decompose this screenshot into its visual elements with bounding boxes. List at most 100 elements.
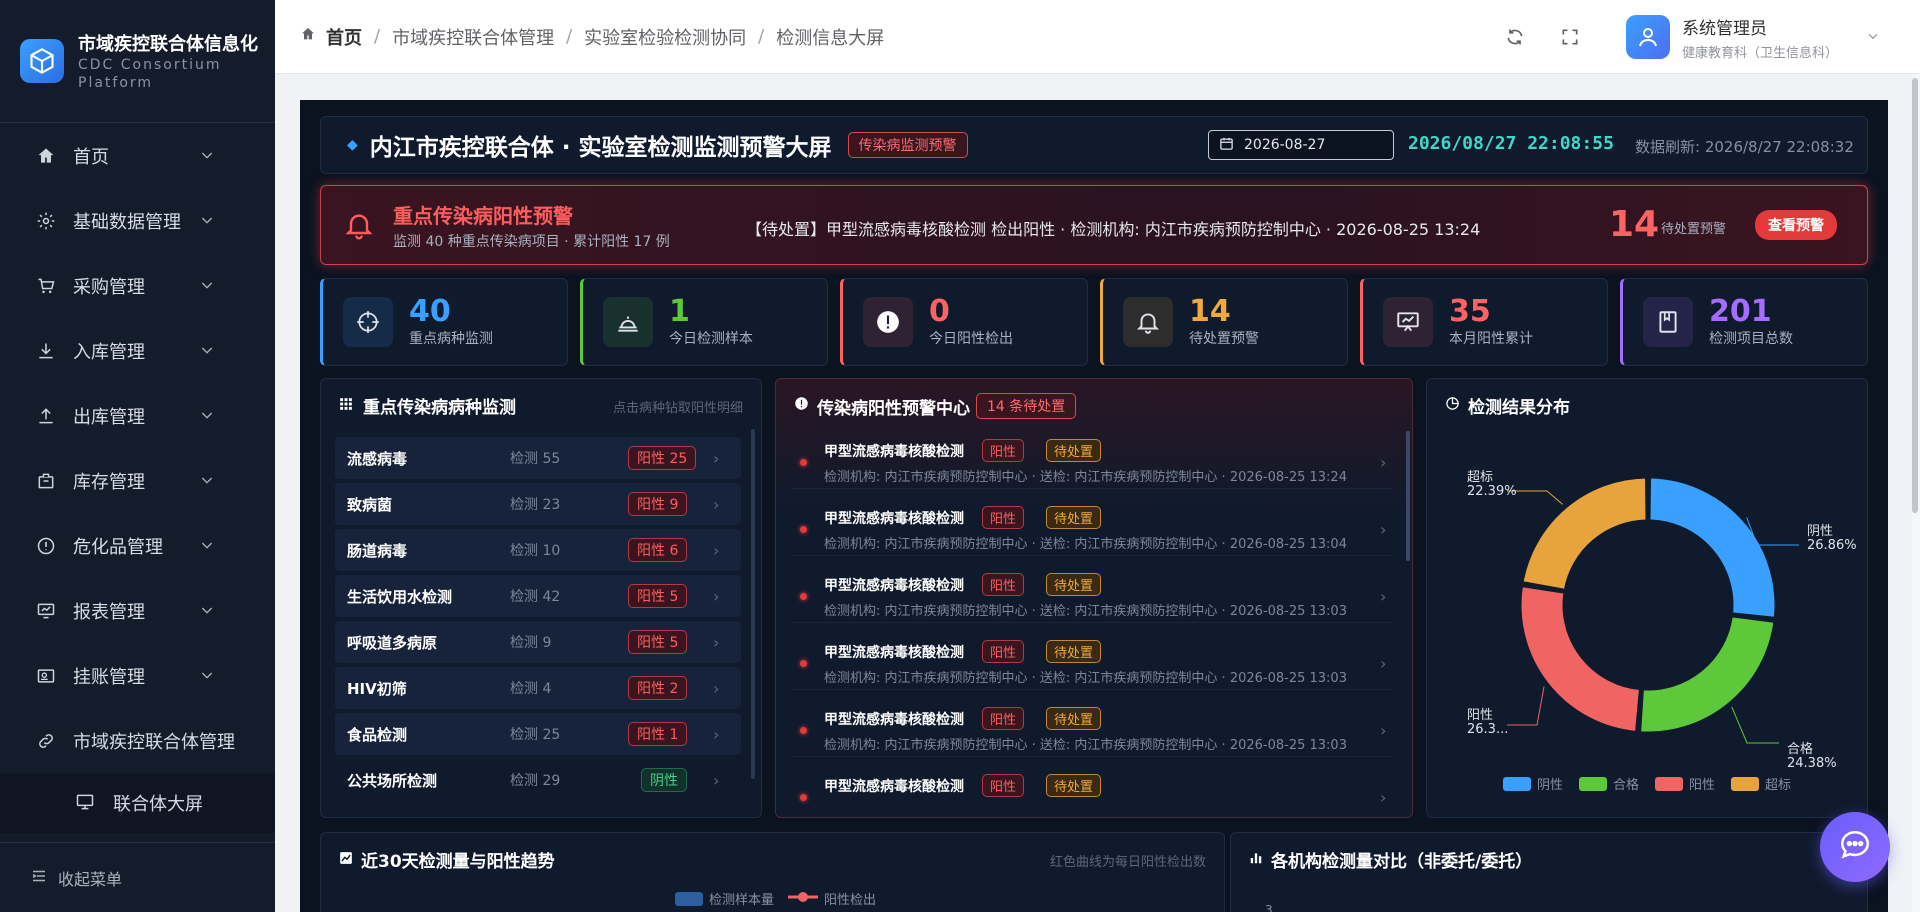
report-icon bbox=[35, 600, 57, 622]
book-icon bbox=[1643, 297, 1693, 347]
disease-count: 检测 29 bbox=[510, 773, 561, 789]
chat-assistant-button[interactable] bbox=[1820, 812, 1890, 882]
refresh-icon[interactable] bbox=[1488, 27, 1543, 47]
label-leader bbox=[1731, 706, 1779, 744]
disease-scrollbar[interactable] bbox=[751, 429, 755, 779]
disease-row[interactable]: 生活饮用水检测 检测 42 阳性 5 › bbox=[335, 575, 741, 617]
page-scrollbar[interactable] bbox=[1912, 74, 1920, 912]
chevron-down-icon bbox=[199, 472, 215, 493]
fullscreen-icon[interactable] bbox=[1543, 27, 1598, 47]
breadcrumb: 首页 / 市域疾控联合体管理 / 实验室检验检测协同 / 检测信息大屏 bbox=[275, 24, 884, 50]
chevron-down-icon bbox=[199, 667, 215, 688]
upload-icon bbox=[35, 405, 57, 427]
disease-panel-title: 重点传染病病种监测 bbox=[363, 398, 516, 418]
slice-label: 合格 bbox=[1787, 741, 1813, 757]
compare-title: 各机构检测量对比（非委托/委托） bbox=[1271, 852, 1533, 872]
kpi-card: 0 今日阳性检出 bbox=[840, 278, 1088, 366]
disease-row[interactable]: 流感病毒 检测 55 阳性 25 › bbox=[335, 437, 741, 479]
positive-badge: 阳性 bbox=[982, 506, 1025, 529]
donut-slice[interactable] bbox=[1520, 475, 1649, 593]
legend-line-label: 阳性检出 bbox=[824, 893, 877, 908]
kpi-label: 检测项目总数 bbox=[1709, 331, 1793, 347]
legend-swatch[interactable] bbox=[1731, 777, 1759, 791]
disease-row[interactable]: 呼吸道多病原 检测 9 阳性 5 › bbox=[335, 621, 741, 663]
menu-label: 首页 bbox=[73, 146, 109, 168]
distribution-title: 检测结果分布 bbox=[1468, 398, 1570, 418]
menu-label: 基础数据管理 bbox=[73, 211, 181, 233]
warning-panel-title: 传染病阳性预警中心 bbox=[817, 398, 970, 419]
warning-row[interactable]: 甲型流感病毒核酸检测 阳性 待处置 检测机构: 内江市疾病预防控制中心 · 送检: 内… bbox=[782, 561, 1402, 623]
menu-item-9[interactable]: 市域疾控联合体管理 bbox=[0, 708, 275, 773]
positive-badge: 阳性 5 bbox=[628, 584, 688, 608]
donut-slice[interactable] bbox=[1637, 614, 1777, 735]
disease-panel-hint: 点击病种钻取阳性明细 bbox=[612, 401, 743, 416]
menu-item-8[interactable]: 挂账管理 bbox=[0, 643, 275, 708]
pending-badge: 待处置 bbox=[1046, 439, 1102, 462]
menu-item-4[interactable]: 出库管理 bbox=[0, 383, 275, 448]
status-dot bbox=[800, 593, 807, 600]
legend-swatch[interactable] bbox=[1655, 777, 1683, 791]
alert-count-label: 待处置预警 bbox=[1661, 222, 1727, 237]
disease-row[interactable]: 肠道病毒 检测 10 阳性 6 › bbox=[335, 529, 741, 571]
pie-icon bbox=[1445, 396, 1460, 416]
menu-item-0[interactable]: 首页 bbox=[0, 123, 275, 188]
positive-badge: 阳性 25 bbox=[628, 446, 697, 470]
breadcrumb-current: 检测信息大屏 bbox=[776, 27, 885, 49]
disease-row[interactable]: 食品检测 检测 25 阳性 1 › bbox=[335, 713, 741, 755]
slice-label: 阴性 bbox=[1807, 524, 1833, 539]
menu-item-3[interactable]: 入库管理 bbox=[0, 318, 275, 383]
status-dot bbox=[800, 526, 807, 533]
disease-count: 检测 25 bbox=[510, 727, 561, 743]
warning-row[interactable]: 甲型流感病毒核酸检测 阳性 待处置 检测机构: 内江市疾病预防控制中心 · 送检: 内… bbox=[782, 427, 1402, 489]
legend-swatch[interactable] bbox=[1503, 777, 1531, 791]
legend-label[interactable]: 阴性 bbox=[1537, 778, 1563, 793]
kpi-value: 201 bbox=[1709, 294, 1772, 329]
compare-axis-tick: 3 bbox=[1265, 903, 1273, 912]
menu-item-5[interactable]: 库存管理 bbox=[0, 448, 275, 513]
pending-badge: 待处置 bbox=[1046, 707, 1102, 730]
legend-label[interactable]: 超标 bbox=[1765, 778, 1791, 793]
donut-slice[interactable] bbox=[1518, 583, 1643, 735]
breadcrumb-home[interactable]: 首页 bbox=[326, 24, 362, 50]
kpi-card: 35 本月阳性累计 bbox=[1360, 278, 1608, 366]
breadcrumb-item[interactable]: 市域疾控联合体管理 bbox=[392, 24, 554, 50]
menu-item-7[interactable]: 报表管理 bbox=[0, 578, 275, 643]
legend-label[interactable]: 阳性 bbox=[1689, 778, 1715, 793]
warning-row[interactable]: 甲型流感病毒核酸检测 阳性 待处置 › bbox=[782, 762, 1402, 807]
positive-badge: 阳性 bbox=[982, 439, 1025, 462]
pending-badge: 待处置 bbox=[1046, 640, 1102, 663]
submenu-consortium-screen[interactable]: 联合体大屏 bbox=[0, 773, 275, 833]
legend-swatch[interactable] bbox=[1579, 777, 1607, 791]
disease-row[interactable]: HIV初筛 检测 4 阳性 2 › bbox=[335, 667, 741, 709]
menu-item-6[interactable]: 危化品管理 bbox=[0, 513, 275, 578]
warning-meta: 检测机构: 内江市疾病预防控制中心 · 送检: 内江市疾病预防控制中心 · 20… bbox=[824, 537, 1347, 552]
warning-scrollbar[interactable] bbox=[1406, 431, 1410, 561]
alert-title: 重点传染病阳性预警 bbox=[393, 204, 573, 228]
screen-header: ◆ 内江市疾控联合体 · 实验室检测监测预警大屏 传染病监测预警 2026-08… bbox=[320, 116, 1868, 174]
alert-sub: 监测 40 种重点传染病项目 · 累计阳性 17 例 bbox=[393, 234, 670, 250]
target-icon bbox=[343, 297, 393, 347]
donut-slice[interactable] bbox=[1647, 475, 1778, 621]
chat-icon bbox=[1838, 828, 1872, 866]
view-alerts-button[interactable]: 查看预警 bbox=[1755, 210, 1837, 240]
breadcrumb-item[interactable]: 实验室检验检测协同 bbox=[584, 24, 746, 50]
home-icon bbox=[35, 145, 57, 167]
legend-label[interactable]: 合格 bbox=[1613, 777, 1639, 793]
disease-row[interactable]: 公共场所检测 检测 29 阴性 › bbox=[335, 759, 741, 801]
chevron-right-icon: › bbox=[1380, 453, 1387, 472]
menu-item-1[interactable]: 基础数据管理 bbox=[0, 188, 275, 253]
kpi-label: 今日检测样本 bbox=[669, 331, 753, 347]
kpi-value: 0 bbox=[929, 294, 950, 329]
disease-row[interactable]: 致病菌 检测 23 阳性 9 › bbox=[335, 483, 741, 525]
kpi-card: 1 今日检测样本 bbox=[580, 278, 828, 366]
warning-row[interactable]: 甲型流感病毒核酸检测 阳性 待处置 检测机构: 内江市疾病预防控制中心 · 送检: 内… bbox=[782, 494, 1402, 556]
chevron-right-icon: › bbox=[1380, 721, 1387, 740]
menu-item-2[interactable]: 采购管理 bbox=[0, 253, 275, 318]
calendar-icon bbox=[1219, 136, 1234, 155]
date-picker[interactable]: 2026-08-27 bbox=[1208, 130, 1394, 160]
chevron-down-icon bbox=[199, 537, 215, 558]
warning-row[interactable]: 甲型流感病毒核酸检测 阳性 待处置 检测机构: 内江市疾病预防控制中心 · 送检: 内… bbox=[782, 628, 1402, 690]
user-menu[interactable]: 系统管理员 健康教育科（卫生信息科） bbox=[1625, 14, 1880, 61]
collapse-menu-button[interactable]: 收起菜单 bbox=[0, 842, 275, 912]
warning-row[interactable]: 甲型流感病毒核酸检测 阳性 待处置 检测机构: 内江市疾病预防控制中心 · 送检: 内… bbox=[782, 695, 1402, 757]
